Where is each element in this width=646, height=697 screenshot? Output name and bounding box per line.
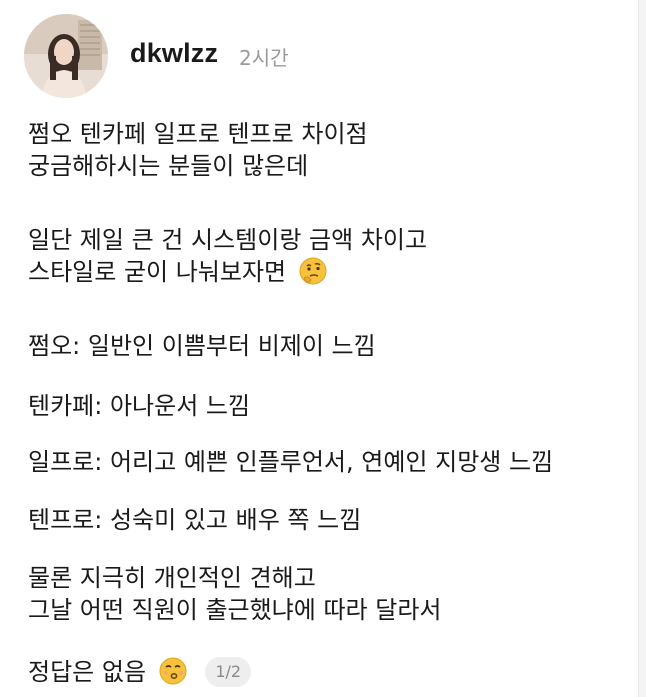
text-line: 물론 지극히 개인적인 견해고 (28, 564, 316, 592)
text-line: 그날 어떤 직원이 출근했냐에 따라 달라서 (28, 596, 442, 624)
text-line: 쩜오: 일반인 이쁨부터 비제이 느낌 (28, 332, 376, 360)
username[interactable]: dkwlzz (130, 38, 218, 69)
text-line: 정답은 없음 (28, 658, 147, 686)
paragraph-5: 일프로: 어리고 예쁜 인플루언서, 연예인 지망생 느낌 (28, 446, 638, 478)
thread-post: dkwlzz 2시간 쩜오 텐카페 일프로 텐프로 차이점 궁금해하시는 분들이… (0, 0, 638, 697)
text-line: 텐프로: 성숙미 있고 배우 쪽 느낌 (28, 506, 362, 534)
paragraph-7: 물론 지극히 개인적인 견해고 그날 어떤 직원이 출근했냐에 따라 달라서 (28, 562, 638, 626)
page-indicator-badge[interactable]: 1/2 (205, 657, 252, 687)
paragraph-3: 쩜오: 일반인 이쁨부터 비제이 느낌 (28, 330, 638, 362)
scrollbar[interactable] (638, 0, 646, 697)
paragraph-6: 텐프로: 성숙미 있고 배우 쪽 느낌 (28, 504, 638, 536)
text-line: 텐카페: 아나운서 느낌 (28, 392, 251, 420)
thinking-face-icon (299, 257, 327, 285)
text-line: 일단 제일 큰 건 시스템이랑 금액 차이고 (28, 226, 428, 254)
paragraph-1: 쩜오 텐카페 일프로 텐프로 차이점 궁금해하시는 분들이 많은데 (28, 118, 638, 182)
text-line-with-emoji: 스타일로 굳이 나눠보자면 (28, 256, 638, 288)
text-line: 쩜오 텐카페 일프로 텐프로 차이점 (28, 120, 368, 148)
paragraph-4: 텐카페: 아나운서 느낌 (28, 390, 638, 422)
text-line: 스타일로 굳이 나눠보자면 (28, 258, 287, 286)
avatar[interactable] (24, 14, 108, 98)
post-timestamp: 2시간 (239, 46, 289, 70)
text-line: 일프로: 어리고 예쁜 인플루언서, 연예인 지망생 느낌 (28, 448, 554, 476)
profile-photo (24, 14, 108, 98)
paragraph-8: 정답은 없음 1/2 (28, 656, 638, 688)
text-line: 궁금해하시는 분들이 많은데 (28, 152, 309, 180)
kissing-face-icon (159, 657, 187, 685)
paragraph-2: 일단 제일 큰 건 시스템이랑 금액 차이고 스타일로 굳이 나눠보자면 (28, 224, 638, 288)
